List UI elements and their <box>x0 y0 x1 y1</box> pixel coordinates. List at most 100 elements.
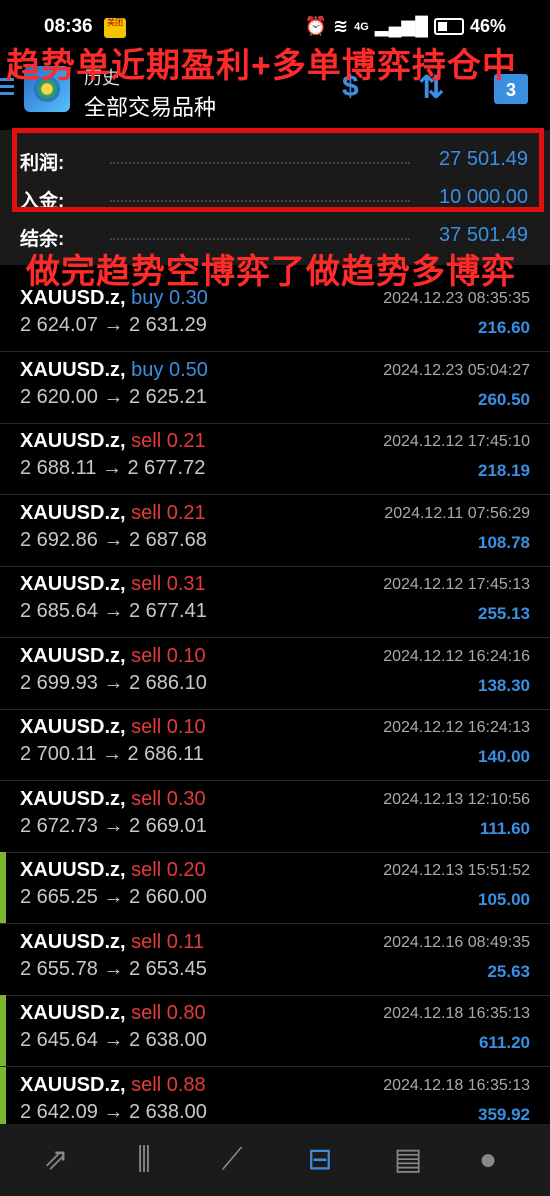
symbol-name: XAUUSD.z, <box>20 716 126 738</box>
trade-symbol: XAUUSD.z, buy 0.30 <box>20 287 208 310</box>
open-price: 2 624.07 <box>20 314 98 336</box>
trade-row[interactable]: XAUUSD.z, buy 0.50 2 620.00 → 2 625.21 202… <box>0 352 550 424</box>
battery-level: 46% <box>469 16 506 36</box>
trade-side: sell 0.20 <box>131 859 206 881</box>
highlight-box <box>12 128 544 212</box>
trend-icon[interactable]: ⟋ <box>212 1140 252 1180</box>
network-type: 4G <box>354 20 369 33</box>
trade-profit: 105.00 <box>478 890 530 909</box>
trade-side: buy 0.50 <box>131 358 208 381</box>
row-marker <box>0 995 6 1066</box>
symbol-name: XAUUSD.z, <box>20 644 126 667</box>
trade-profit: 138.30 <box>478 675 530 695</box>
trade-time: 2024.12.12 17:45:13 <box>383 576 530 593</box>
trade-prices: 2 645.64 → 2 638.00 <box>20 1029 207 1052</box>
bottom-nav: ⇗ ⫼ ⟋ ⊟ ▤ ● <box>0 1124 550 1196</box>
chat-icon[interactable]: ● <box>468 1140 508 1180</box>
trade-row[interactable]: XAUUSD.z, sell 0.80 2 645.64 → 2 638.00 20… <box>0 995 550 1067</box>
symbol-name: XAUUSD.z, <box>20 501 126 524</box>
history-inbox-icon[interactable]: ⊟ <box>300 1140 340 1180</box>
trade-row[interactable]: XAUUSD.z, sell 0.30 2 672.73 → 2 669.01 20… <box>0 781 550 853</box>
symbol-name: XAUUSD.z, <box>20 430 126 452</box>
close-price: 2 638.00 <box>128 1100 207 1123</box>
trade-icon[interactable]: ⇗ <box>36 1140 76 1180</box>
row-marker <box>0 852 6 923</box>
trade-row[interactable]: XAUUSD.z, sell 0.20 2 665.25 → 2 660.00 20… <box>0 852 550 924</box>
arrow-icon: → <box>101 743 122 765</box>
symbol-name: XAUUSD.z, <box>20 787 126 810</box>
dotted-leader <box>110 238 410 240</box>
trade-row[interactable]: XAUUSD.z, sell 0.31 2 685.64 → 2 677.41 20… <box>0 566 550 638</box>
symbol-name: XAUUSD.z, <box>20 287 126 309</box>
trade-side: sell 0.10 <box>131 644 206 667</box>
close-price: 2 631.29 <box>128 314 207 336</box>
signal-icon: ▂▄▆█ <box>374 16 428 36</box>
open-price: 2 699.93 <box>20 671 98 694</box>
symbol-name: XAUUSD.z, <box>20 930 126 953</box>
trade-prices: 2 685.64 → 2 677.41 <box>20 600 207 623</box>
trade-time: 2024.12.18 16:35:13 <box>383 1005 530 1022</box>
trade-time: 2024.12.16 08:49:35 <box>383 933 530 951</box>
open-price: 2 620.00 <box>20 385 98 408</box>
trade-prices: 2 672.73 → 2 669.01 <box>20 815 207 838</box>
trade-time: 2024.12.23 05:04:27 <box>383 361 530 379</box>
status-indicators: ⏰ ≋ 4G ▂▄▆█ 46% <box>305 16 506 37</box>
trade-row[interactable]: XAUUSD.z, sell 0.21 2 688.11 → 2 677.72 20… <box>0 423 550 495</box>
open-price: 2 685.64 <box>20 600 98 622</box>
arrow-icon: → <box>103 671 124 694</box>
trade-row[interactable]: XAUUSD.z, sell 0.10 2 700.11 → 2 686.11 20… <box>0 709 550 781</box>
battery-icon <box>433 18 464 35</box>
trade-row[interactable]: XAUUSD.z, buy 0.30 2 624.07 → 2 631.29 202… <box>0 280 550 352</box>
open-price: 2 692.86 <box>20 528 98 551</box>
trade-side: sell 0.30 <box>131 787 206 810</box>
trade-symbol: XAUUSD.z, sell 0.80 <box>20 1002 206 1025</box>
open-price: 2 688.11 <box>20 457 97 479</box>
close-price: 2 653.45 <box>128 957 207 980</box>
trade-time: 2024.12.13 12:10:56 <box>383 790 530 808</box>
trade-side: sell 0.88 <box>131 1073 206 1096</box>
news-icon[interactable]: ▤ <box>388 1140 428 1180</box>
trade-prices: 2 620.00 → 2 625.21 <box>20 386 207 409</box>
status-time: 08:36 <box>44 16 93 37</box>
trade-side: sell 0.10 <box>131 716 206 738</box>
trade-profit: 611.20 <box>478 1033 530 1052</box>
trade-symbol: XAUUSD.z, sell 0.11 <box>20 931 204 954</box>
arrow-icon: → <box>103 528 124 551</box>
trade-time: 2024.12.11 07:56:29 <box>384 504 530 522</box>
trade-symbol: XAUUSD.z, sell 0.31 <box>20 573 206 596</box>
close-price: 2 677.72 <box>127 457 206 479</box>
trade-row[interactable]: XAUUSD.z, sell 0.21 2 692.86 → 2 687.68 20… <box>0 495 550 567</box>
trade-symbol: XAUUSD.z, sell 0.21 <box>20 502 206 525</box>
trade-row[interactable]: XAUUSD.z, sell 0.10 2 699.93 → 2 686.10 20… <box>0 638 550 710</box>
trade-prices: 2 655.78 → 2 653.45 <box>20 958 207 981</box>
trade-prices: 2 699.93 → 2 686.10 <box>20 672 207 695</box>
open-price: 2 645.64 <box>20 1029 98 1051</box>
trade-side: sell 0.11 <box>131 930 205 953</box>
trade-symbol: XAUUSD.z, sell 0.21 <box>20 430 206 453</box>
trade-time: 2024.12.23 08:35:35 <box>383 290 530 307</box>
trade-prices: 2 700.11 → 2 686.11 <box>20 743 204 766</box>
open-price: 2 655.78 <box>20 957 98 980</box>
trade-symbol: XAUUSD.z, sell 0.10 <box>20 645 206 668</box>
symbol-name: XAUUSD.z, <box>20 859 126 881</box>
symbol-name: XAUUSD.z, <box>20 1002 126 1024</box>
arrow-icon: → <box>103 600 124 622</box>
trade-side: buy 0.30 <box>131 287 208 309</box>
trade-symbol: XAUUSD.z, sell 0.30 <box>20 788 206 811</box>
symbol-name: XAUUSD.z, <box>20 1073 126 1096</box>
trade-profit: 25.63 <box>487 961 530 981</box>
trade-profit: 260.50 <box>478 389 530 409</box>
symbol-filter[interactable]: 全部交易品种 <box>84 90 216 122</box>
open-price: 2 672.73 <box>20 814 98 837</box>
trade-row[interactable]: XAUUSD.z, sell 0.11 2 655.78 → 2 653.45 20… <box>0 924 550 996</box>
trade-time: 2024.12.12 17:45:10 <box>383 433 530 450</box>
close-price: 2 677.41 <box>128 600 207 622</box>
arrow-icon: → <box>103 1029 124 1051</box>
close-price: 2 638.00 <box>128 1029 207 1051</box>
arrow-icon: → <box>103 886 124 908</box>
chart-candles-icon[interactable]: ⫼ <box>124 1140 164 1180</box>
status-bar: 08:36 美团 ⏰ ≋ 4G ▂▄▆█ 46% <box>0 0 550 40</box>
trade-prices: 2 688.11 → 2 677.72 <box>20 457 205 480</box>
trade-time: 2024.12.12 16:24:16 <box>383 647 530 665</box>
close-price: 2 687.68 <box>128 528 207 551</box>
